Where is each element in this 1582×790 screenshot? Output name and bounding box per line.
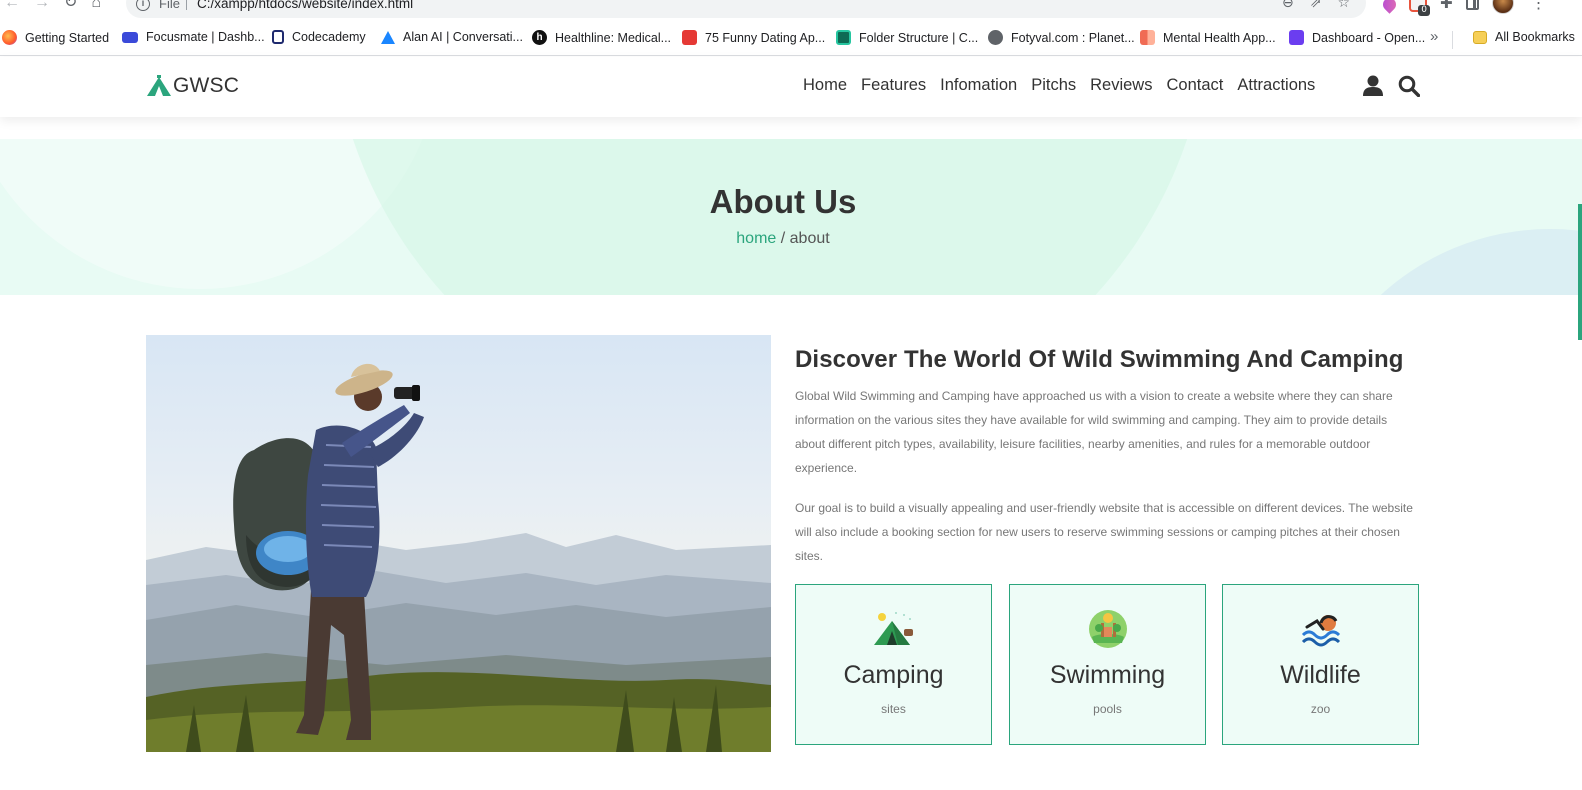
firefox-icon [2, 30, 17, 45]
bookmark-dating[interactable]: 75 Funny Dating Ap... [682, 30, 825, 45]
nav-reviews[interactable]: Reviews [1090, 76, 1152, 95]
bookmark-folder-structure[interactable]: Folder Structure | C... [836, 30, 978, 45]
nav-features[interactable]: Features [861, 76, 926, 95]
reload-icon[interactable]: ↻ [64, 0, 77, 12]
browser-menu-icon[interactable]: ⋮ [1531, 0, 1547, 13]
tent-icon [874, 612, 913, 645]
alan-icon [381, 30, 395, 44]
bookmark-alan-ai[interactable]: Alan AI | Conversati... [381, 30, 523, 44]
forward-icon[interactable]: → [34, 0, 50, 12]
globe-icon [988, 30, 1003, 45]
bookmark-label: Getting Started [25, 30, 110, 45]
browser-toolbar: ← → ↻ ⌂ i File C:/xampp/htdocs/website/i… [0, 0, 1582, 18]
nav-home[interactable]: Home [803, 76, 847, 95]
card-subtitle: sites [881, 702, 906, 716]
feature-card-wildlife[interactable]: Wildlife zoo [1222, 584, 1419, 745]
bookmarks-bar: Getting Started Focusmate | Dashb... Cod… [0, 22, 1582, 56]
nav-information[interactable]: Infomation [940, 76, 1017, 95]
card-title: Camping [843, 661, 944, 689]
extensions-puzzle-icon[interactable]: ✚ [1440, 0, 1453, 12]
breadcrumb-home-link[interactable]: home [736, 230, 776, 247]
nav-pitches[interactable]: Pitchs [1031, 76, 1076, 95]
card-title: Wildlife [1280, 661, 1361, 689]
page-scrollbar[interactable] [1578, 204, 1582, 340]
bookmark-label: Alan AI | Conversati... [403, 30, 523, 44]
swimmer-icon [1301, 615, 1341, 647]
more-bookmarks-button[interactable]: » [1430, 28, 1438, 45]
bookmark-mental-health[interactable]: Mental Health App... [1140, 30, 1276, 45]
tent-logo-icon [147, 75, 171, 96]
card-title: Swimming [1049, 661, 1166, 689]
main-nav: Home Features Infomation Pitchs Reviews … [803, 76, 1329, 95]
breadcrumb: home / about [0, 230, 1566, 248]
address-divider [186, 0, 187, 10]
bookmark-fotyval[interactable]: Fotyval.com : Planet... [988, 30, 1135, 45]
breadcrumb-current: about [789, 230, 830, 247]
bookmark-label: 75 Funny Dating Ap... [705, 30, 826, 45]
bookmark-dashboard[interactable]: Dashboard - Open... [1289, 30, 1425, 45]
site-logo[interactable]: GWSC [146, 74, 239, 98]
page-title: About Us [709, 183, 857, 220]
bookmark-star-icon[interactable]: ☆ [1337, 0, 1350, 11]
search-icon[interactable] [1398, 75, 1420, 97]
folder-structure-icon [836, 30, 851, 45]
extension-pin-icon[interactable] [1380, 0, 1399, 14]
address-url[interactable]: C:/xampp/htdocs/website/index.html [197, 0, 413, 11]
browser-nav-buttons: ← → ↻ ⌂ [4, 0, 101, 12]
address-actions: ⊖ ⇗ ☆ [1282, 0, 1350, 11]
bookmark-label: Fotyval.com : Planet... [1011, 30, 1135, 45]
logo-text: GWSC [173, 74, 240, 97]
mental-health-icon [1140, 30, 1155, 45]
healthline-icon: h [532, 30, 547, 45]
about-banner: About Us home / about [0, 139, 1582, 295]
breadcrumb-separator: / [776, 230, 790, 247]
zoom-icon[interactable]: ⊖ [1282, 0, 1294, 11]
about-heading: Discover The World Of Wild Swimming And … [795, 346, 1404, 373]
codecademy-icon [272, 30, 284, 44]
bookmark-focusmate[interactable]: Focusmate | Dashb... [122, 30, 265, 44]
extension-badge: 0 [1418, 5, 1430, 16]
bookmark-getting-started[interactable]: Getting Started [2, 30, 109, 45]
site-header: GWSC Home Features Infomation Pitchs Rev… [0, 57, 1582, 117]
nav-attractions[interactable]: Attractions [1237, 76, 1315, 95]
bookmark-label: Codecademy [292, 30, 366, 44]
bookmark-label: Folder Structure | C... [859, 30, 979, 45]
feature-card-swimming[interactable]: Swimming pools [1009, 584, 1206, 745]
address-scheme-label: File [159, 0, 180, 11]
card-subtitle: pools [1093, 702, 1122, 716]
bookmark-label: Mental Health App... [1163, 30, 1276, 45]
home-icon[interactable]: ⌂ [91, 0, 101, 12]
dashboard-icon [1289, 30, 1304, 45]
feature-card-camping[interactable]: Camping sites [795, 584, 992, 745]
dating-icon [682, 30, 697, 45]
about-paragraph: Our goal is to build a visually appealin… [795, 501, 1413, 563]
video-icon [122, 31, 138, 43]
hiker-illustration [146, 363, 771, 752]
extensions-area: 0 ✚ ⋮ [1380, 0, 1547, 16]
side-panel-icon[interactable] [1465, 0, 1479, 10]
card-subtitle: zoo [1310, 702, 1331, 716]
bookmarks-divider [1452, 31, 1453, 49]
bookmark-codecademy[interactable]: Codecademy [272, 30, 366, 44]
back-icon[interactable]: ← [4, 0, 20, 12]
nature-icon [1089, 610, 1127, 648]
nav-contact[interactable]: Contact [1166, 76, 1223, 95]
about-paragraph: Global Wild Swimming and Camping have ap… [795, 389, 1393, 475]
all-bookmarks-button[interactable]: All Bookmarks [1473, 30, 1575, 44]
bookmark-label: Focusmate | Dashb... [146, 30, 265, 44]
bookmark-label: All Bookmarks [1495, 30, 1575, 44]
profile-avatar[interactable] [1491, 0, 1514, 14]
extension-counter-icon[interactable]: 0 [1409, 0, 1430, 16]
bookmark-label: Dashboard - Open... [1312, 30, 1426, 45]
share-icon[interactable]: ⇗ [1310, 0, 1322, 11]
bookmark-label: Healthline: Medical... [555, 30, 672, 45]
hiker-photo [146, 335, 771, 752]
user-icon[interactable] [1363, 75, 1383, 97]
bookmark-healthline[interactable]: h Healthline: Medical... [532, 30, 671, 45]
folder-icon [1473, 30, 1487, 44]
